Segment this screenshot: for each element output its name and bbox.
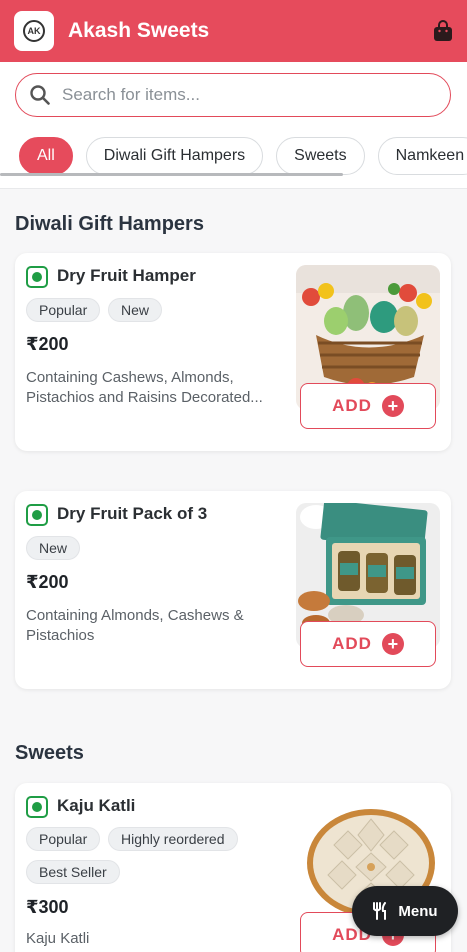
menu-item-card[interactable]: Dry Fruit Hamper Popular New ₹200 Contai… — [15, 253, 451, 451]
veg-indicator-icon — [26, 266, 48, 288]
plus-icon: + — [381, 395, 404, 417]
item-price: ₹200 — [26, 572, 69, 592]
tag-popular: Popular — [26, 298, 101, 322]
app-header: AK Akash Sweets — [0, 0, 467, 62]
veg-indicator-icon — [26, 796, 48, 818]
item-description: Containing Almonds, Cashews & Pistachios — [26, 607, 244, 644]
tag-best-seller: Best Seller — [26, 860, 120, 884]
divider — [0, 188, 467, 189]
chip-all[interactable]: All — [19, 137, 73, 175]
item-name: Kaju Katli — [57, 796, 136, 815]
add-to-cart-button[interactable]: ADD + — [300, 621, 436, 667]
section-title-diwali-gift-hampers: Diwali Gift Hampers — [15, 213, 204, 235]
brand-logo[interactable]: AK — [14, 11, 54, 51]
chip-namkeen[interactable]: Namkeen — [377, 137, 467, 175]
chip-sweets[interactable]: Sweets — [276, 137, 365, 175]
item-price: ₹300 — [26, 897, 69, 917]
search-input[interactable] — [62, 85, 402, 105]
search-icon — [30, 85, 50, 105]
category-chips: All Diwali Gift Hampers Sweets Namkeen — [19, 137, 467, 175]
floating-menu-button[interactable]: Menu — [352, 886, 458, 936]
search-and-filters: All Diwali Gift Hampers Sweets Namkeen — [0, 62, 467, 188]
item-description: Containing Cashews, Almonds, Pistachios … — [26, 369, 263, 406]
tag-new: New — [108, 298, 163, 322]
item-description: Kaju Katli — [26, 930, 90, 947]
logo-mark: AK — [23, 20, 45, 42]
chip-diwali-gift-hampers[interactable]: Diwali Gift Hampers — [85, 137, 264, 175]
chips-scrollbar[interactable] — [0, 173, 343, 176]
menu-item-card[interactable]: Dry Fruit Pack of 3 New ₹200 Containing … — [15, 491, 451, 689]
tag-new: New — [26, 536, 81, 560]
section-title-sweets: Sweets — [15, 742, 84, 764]
tag-highly-reordered: Highly reordered — [108, 827, 238, 851]
plus-icon: + — [381, 633, 404, 655]
fork-knife-icon — [373, 902, 387, 920]
shopping-bag-icon[interactable] — [433, 20, 453, 42]
search-bar[interactable] — [15, 73, 451, 117]
item-name: Dry Fruit Hamper — [57, 266, 196, 285]
item-name: Dry Fruit Pack of 3 — [57, 504, 208, 523]
add-to-cart-button[interactable]: ADD + — [300, 383, 436, 429]
item-price: ₹200 — [26, 334, 69, 354]
veg-indicator-icon — [26, 504, 48, 526]
brand-name: Akash Sweets — [68, 19, 210, 42]
tag-popular: Popular — [26, 827, 101, 851]
